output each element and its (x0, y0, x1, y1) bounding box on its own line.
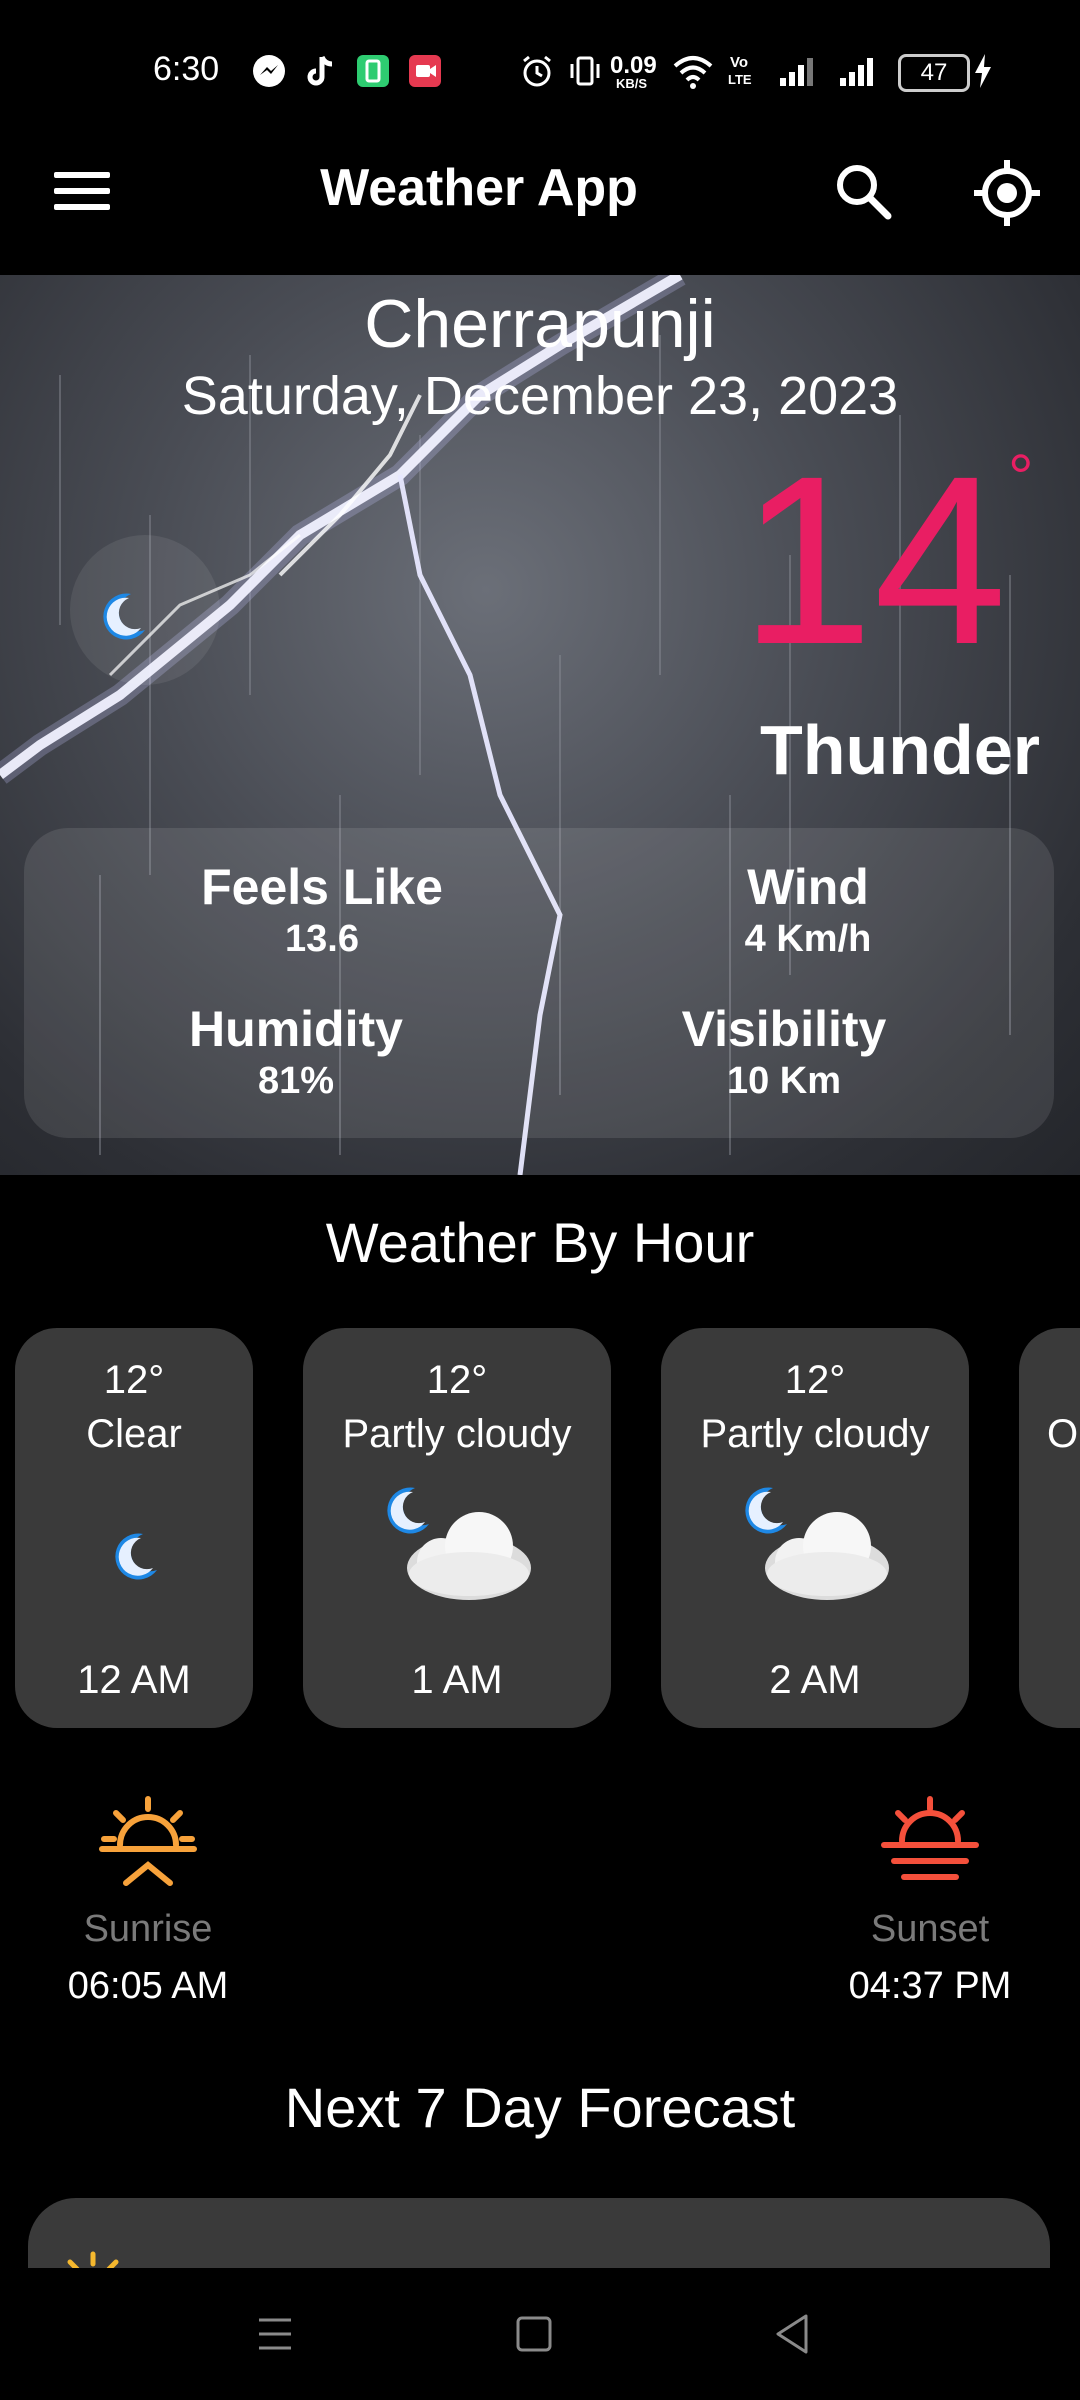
hourly-card[interactable]: 12° Clear 12 AM (15, 1328, 253, 1728)
sunset-time: 04:37 PM (848, 1965, 1012, 2007)
messenger-icon (253, 55, 285, 87)
my-location-icon[interactable] (972, 158, 1042, 228)
crescent-moon-icon (103, 593, 145, 640)
sunrise-icon (99, 1796, 197, 1886)
hourly-card[interactable]: 12° Partly cloudy 2 AM (661, 1328, 969, 1728)
hourly-time: 1 AM (411, 1658, 503, 1702)
feels-like-value: 13.6 (285, 918, 359, 960)
sunrise-time: 06:05 AM (67, 1965, 229, 2007)
screen-recorder-icon (409, 55, 441, 87)
hourly-condition: Partly cloudy (342, 1412, 572, 1456)
app-title: Weather App (320, 159, 638, 217)
volte-top: Vo (730, 54, 749, 71)
current-date: Saturday, December 23, 2023 (181, 366, 899, 426)
sunset-icon (881, 1796, 979, 1880)
battery-app-icon (357, 55, 389, 87)
search-icon[interactable] (832, 160, 894, 222)
home-icon[interactable] (514, 2314, 554, 2354)
back-icon[interactable] (772, 2312, 812, 2356)
feels-like-label: Feels Like (201, 859, 443, 915)
hourly-title: Weather By Hour (325, 1211, 755, 1274)
crescent-moon-icon (115, 1533, 157, 1580)
charging-icon (975, 54, 991, 88)
signal-icon-1 (780, 58, 813, 86)
volte-bottom: LTE (728, 72, 752, 87)
status-bar: 6:30 0.09 KB/S Vo LTE 47 (0, 0, 1080, 140)
degree-symbol: ° (1008, 441, 1034, 513)
hourly-temp: 12° (103, 1358, 165, 1402)
moon-cloud-icon (387, 1487, 531, 1600)
sunrise-label: Sunrise (83, 1908, 213, 1950)
humidity-value: 81% (257, 1060, 335, 1102)
hourly-time: 2 AM (769, 1658, 861, 1702)
wifi-icon (673, 56, 713, 89)
hourly-time: 12 AM (77, 1658, 191, 1702)
hourly-condition: Partly cloudy (700, 1412, 930, 1456)
signal-icon-2 (840, 58, 873, 86)
visibility-value: 10 Km (726, 1060, 842, 1102)
alarm-icon (523, 55, 551, 87)
current-condition: Thunder (760, 711, 1040, 789)
city-name: Cherrapunji (364, 286, 716, 362)
forecast-title: Next 7 Day Forecast (284, 2076, 796, 2139)
hourly-condition: O (1047, 1412, 1079, 1456)
battery-level: 47 (898, 54, 970, 92)
net-speed-unit: KB/S (616, 76, 648, 91)
vibrate-icon (570, 56, 600, 86)
sunset-label: Sunset (870, 1908, 990, 1950)
visibility-label: Visibility (681, 1001, 887, 1057)
hourly-temp: 12° (426, 1358, 488, 1402)
tiktok-icon (307, 55, 333, 86)
hourly-card[interactable]: O (1019, 1328, 1080, 1728)
wind-label: Wind (747, 859, 869, 915)
current-temperature: 14 (740, 426, 1007, 694)
hourly-card[interactable]: 12° Partly cloudy 1 AM (303, 1328, 611, 1728)
humidity-label: Humidity (189, 1001, 403, 1057)
moon-cloud-icon (745, 1487, 889, 1600)
recents-icon[interactable] (255, 2314, 295, 2354)
wind-value: 4 Km/h (744, 918, 872, 960)
status-time: 6:30 (153, 50, 220, 88)
hourly-condition: Clear (86, 1412, 182, 1456)
hourly-temp: 12° (784, 1358, 846, 1402)
